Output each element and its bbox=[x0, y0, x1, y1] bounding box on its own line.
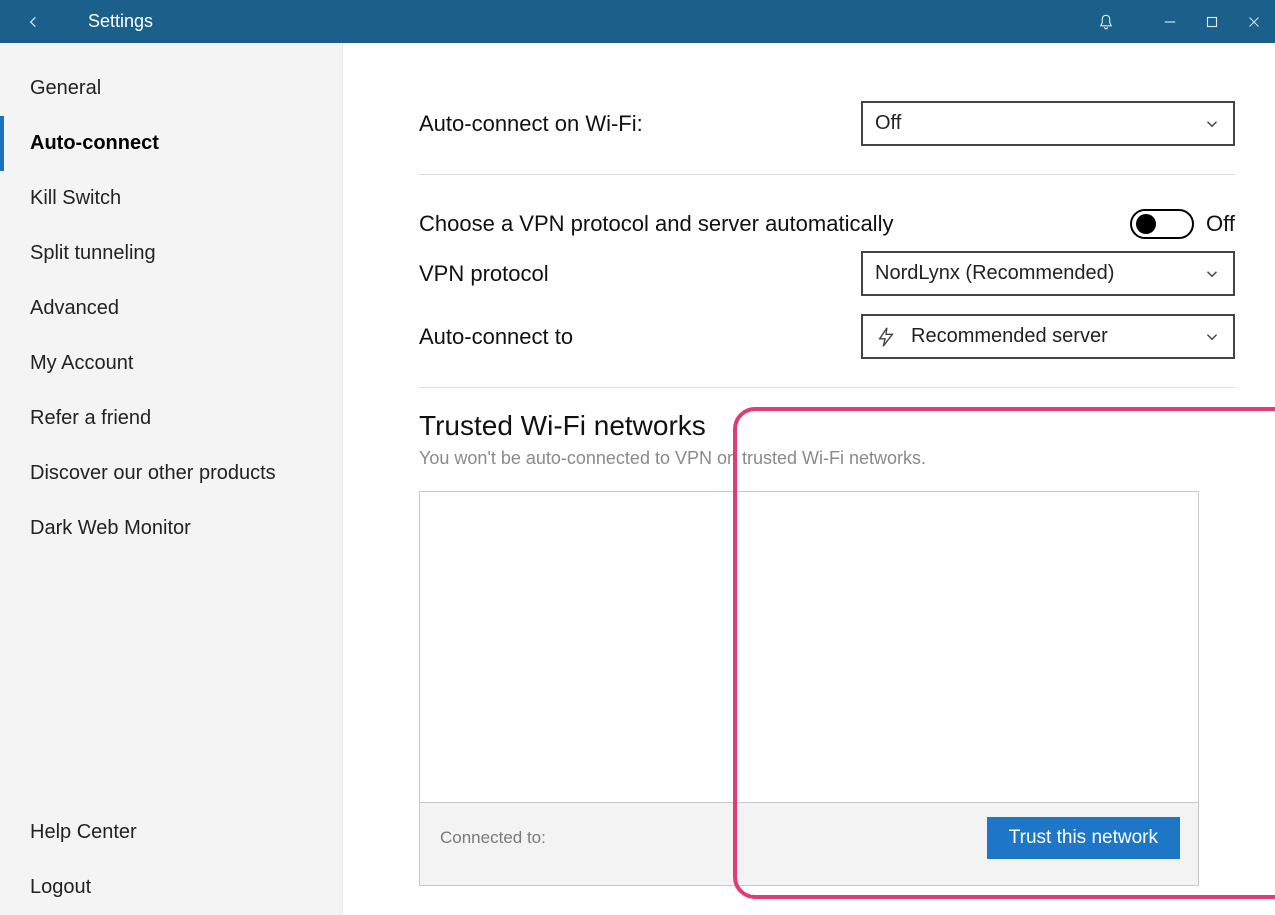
setting-protocol-select[interactable]: NordLynx (Recommended) bbox=[861, 251, 1235, 296]
sidebar-item-discover-products[interactable]: Discover our other products bbox=[0, 446, 342, 501]
minimize-button[interactable] bbox=[1149, 0, 1191, 43]
setting-choose-auto-state: Off bbox=[1206, 211, 1235, 237]
setting-protocol-label: VPN protocol bbox=[419, 261, 549, 287]
trusted-wifi-footer: Connected to: Trust this network bbox=[419, 803, 1199, 886]
setting-auto-connect-wifi-row: Auto-connect on Wi-Fi: Off bbox=[419, 95, 1235, 152]
minimize-icon bbox=[1161, 13, 1179, 31]
setting-choose-auto-toggle[interactable] bbox=[1130, 209, 1194, 239]
chevron-down-icon bbox=[1203, 115, 1221, 133]
connected-to-label: Connected to: bbox=[440, 828, 546, 848]
main-panel: Always when the app launches Off Auto-co… bbox=[343, 43, 1275, 915]
setting-connect-to-label: Auto-connect to bbox=[419, 324, 573, 350]
setting-connect-to-value: Recommended server bbox=[911, 325, 1108, 348]
setting-connect-to-row: Auto-connect to Recommended server bbox=[419, 308, 1235, 365]
setting-auto-connect-wifi-label: Auto-connect on Wi-Fi: bbox=[419, 111, 643, 137]
maximize-button[interactable] bbox=[1191, 0, 1233, 43]
setting-auto-connect-wifi-value: Off bbox=[875, 112, 901, 135]
window-title: Settings bbox=[88, 11, 153, 32]
setting-choose-auto-label: Choose a VPN protocol and server automat… bbox=[419, 211, 893, 237]
trust-network-button[interactable]: Trust this network bbox=[987, 817, 1180, 859]
setting-connect-to-select[interactable]: Recommended server bbox=[861, 314, 1235, 359]
maximize-icon bbox=[1203, 13, 1221, 31]
setting-auto-connect-wifi-select[interactable]: Off bbox=[861, 101, 1235, 146]
sidebar-item-kill-switch[interactable]: Kill Switch bbox=[0, 171, 342, 226]
titlebar-controls bbox=[1085, 0, 1275, 43]
chevron-down-icon bbox=[1203, 328, 1221, 346]
connected-to-block: Connected to: bbox=[440, 828, 546, 848]
sidebar-item-advanced[interactable]: Advanced bbox=[0, 281, 342, 336]
sidebar-item-general[interactable]: General bbox=[0, 61, 342, 116]
close-button[interactable] bbox=[1233, 0, 1275, 43]
trusted-wifi-title: Trusted Wi-Fi networks bbox=[419, 410, 1235, 442]
sidebar-item-dark-web-monitor[interactable]: Dark Web Monitor bbox=[0, 501, 342, 556]
sidebar-item-auto-connect[interactable]: Auto-connect bbox=[0, 116, 342, 171]
setting-choose-auto-row: Choose a VPN protocol and server automat… bbox=[419, 197, 1235, 251]
bell-icon bbox=[1097, 13, 1115, 31]
setting-protocol-row: VPN protocol NordLynx (Recommended) bbox=[419, 245, 1235, 302]
arrow-left-icon bbox=[26, 14, 42, 30]
setting-always-on-launch-row: Always when the app launches Off bbox=[419, 43, 1235, 53]
close-icon bbox=[1245, 13, 1263, 31]
titlebar: Settings bbox=[0, 0, 1275, 43]
sidebar-item-logout[interactable]: Logout bbox=[0, 860, 342, 915]
sidebar-item-split-tunneling[interactable]: Split tunneling bbox=[0, 226, 342, 281]
lightning-icon bbox=[875, 326, 897, 348]
setting-protocol-value: NordLynx (Recommended) bbox=[875, 262, 1114, 285]
trusted-wifi-subtitle: You won't be auto-connected to VPN on tr… bbox=[419, 448, 1235, 469]
trusted-wifi-section: Trusted Wi-Fi networks You won't be auto… bbox=[419, 410, 1235, 886]
back-button[interactable] bbox=[22, 10, 46, 34]
sidebar-item-help-center[interactable]: Help Center bbox=[0, 805, 342, 860]
notifications-button[interactable] bbox=[1085, 0, 1127, 43]
divider bbox=[419, 174, 1235, 175]
trusted-wifi-list bbox=[419, 491, 1199, 803]
sidebar: General Auto-connect Kill Switch Split t… bbox=[0, 43, 343, 915]
sidebar-item-refer-friend[interactable]: Refer a friend bbox=[0, 391, 342, 446]
chevron-down-icon bbox=[1203, 265, 1221, 283]
sidebar-item-my-account[interactable]: My Account bbox=[0, 336, 342, 391]
divider bbox=[419, 387, 1235, 388]
